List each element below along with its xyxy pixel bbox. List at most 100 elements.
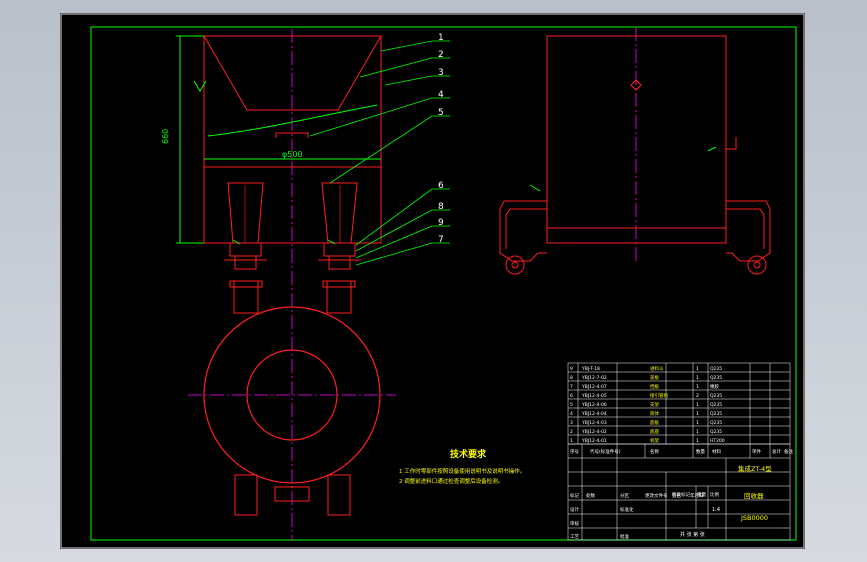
header-cell: 名称 xyxy=(650,448,659,455)
bom-row: 4 YBJ12-4-04 筒体 1 Q235 xyxy=(568,410,790,418)
bom-qty: 1 xyxy=(696,411,699,417)
bom-name: 筒体 xyxy=(650,410,659,417)
bom-qty: 1 xyxy=(696,366,699,372)
dim-diameter-label: φ500 xyxy=(282,150,303,159)
bom-index: 6 xyxy=(570,393,573,399)
bom-index: 8 xyxy=(570,375,573,381)
side-view xyxy=(499,27,771,275)
balloon-3: 3 xyxy=(438,68,444,78)
header-cell: 数量 xyxy=(696,448,705,455)
balloon-7: 7 xyxy=(438,235,444,245)
header-cell: 代号(标准件号) xyxy=(590,448,621,455)
bom-qty: 2 xyxy=(696,393,699,399)
bom-row: 8 YBJ12-7-02 盖板 1 Q235 xyxy=(568,374,790,382)
bom-qty: 1 xyxy=(696,429,699,435)
bom-qty: 1 xyxy=(696,375,699,381)
balloon-8: 8 xyxy=(438,202,444,212)
drawing-sheet: 660 φ500 1 2 3 4 5 6 8 9 7 技术要求 1 工作时零部件… xyxy=(60,13,805,549)
sign-cell: 处数 xyxy=(586,492,595,499)
bom-qty: 1 xyxy=(696,384,699,390)
front-view xyxy=(176,29,396,541)
note-2: 2 调整前进料口通过检查调整后设备检测。 xyxy=(399,477,503,485)
bom-row: 2 YBJ12-4-02 底座 1 Q235 xyxy=(568,428,790,436)
dim-height-label: 660 xyxy=(161,129,170,144)
bom-row: 9 YBJ-T-18 进料斗 1 Q235 xyxy=(568,365,790,373)
sign-cell: 工艺 xyxy=(570,534,579,540)
bom-code: YBJ12-4-05 xyxy=(581,393,607,399)
header-cell: 材料 xyxy=(712,448,721,455)
notes-title: 技术要求 xyxy=(450,448,487,460)
sign-cell: 标准化 xyxy=(620,506,634,513)
bom-mat: Q235 xyxy=(710,375,722,381)
bom-index: 5 xyxy=(570,402,573,408)
sign-cell: 更改文件号 xyxy=(645,492,668,499)
balloon-2: 2 xyxy=(438,50,444,60)
sign-cell: 批准 xyxy=(620,533,629,540)
balloon-5: 5 xyxy=(438,108,444,118)
header-cell: 备注 xyxy=(784,448,793,455)
outer-border xyxy=(60,13,805,549)
bom-mat: Q235 xyxy=(710,393,722,399)
bom-mat: Q235 xyxy=(710,420,722,426)
bom-name: 底座 xyxy=(650,428,659,435)
bom-row: 3 YBJ12-4-03 底板 1 Q235 xyxy=(568,419,790,427)
balloon-4: 4 xyxy=(438,90,444,100)
bom-mat: Q235 xyxy=(710,402,722,408)
bom-code: YBJ12-4-04 xyxy=(581,411,607,417)
header-cell: 序号 xyxy=(570,448,579,455)
scale-value: 1:4 xyxy=(712,507,720,513)
bom-qty: 1 xyxy=(696,402,699,408)
bom-row: 7 YBJ12-4-07 挡板 1 橡胶 xyxy=(568,383,790,391)
bom-mat: Q235 xyxy=(710,429,722,435)
drawing-code: JSB0000 xyxy=(740,514,768,522)
bom-name: 盖板 xyxy=(650,374,659,381)
bom-rows: 9 YBJ-T-18 进料斗 1 Q235 8 YBJ12-7-02 盖板 1 Q235 7 YBJ1… xyxy=(568,363,790,445)
bom-qty: 1 xyxy=(696,420,699,426)
bom-row: 5 YBJ12-4-06 支架 1 Q235 xyxy=(568,401,790,409)
bom-name: 底板 xyxy=(650,419,659,426)
bom-code: YBJ12-4-07 xyxy=(581,384,607,390)
bom-code: YBJ12-4-03 xyxy=(581,420,607,426)
bom-code: YBJ12-4-02 xyxy=(581,429,607,435)
bom-row: 1 YBJ12-4-01 机架 1 HT200 xyxy=(568,437,790,445)
bom-mat: HT200 xyxy=(710,438,725,444)
balloon-1: 1 xyxy=(438,33,444,43)
bom-index: 7 xyxy=(570,384,573,390)
bom-index: 3 xyxy=(570,420,573,426)
bom-name: 机架 xyxy=(650,437,659,444)
bom-code: YBJ-T-18 xyxy=(581,366,600,372)
bom-index: 4 xyxy=(570,411,573,417)
bom-code: YBJ12-4-06 xyxy=(581,402,607,408)
leader-lines xyxy=(309,40,450,266)
drawing-frame xyxy=(90,26,797,541)
bom-name: 进料斗 xyxy=(650,365,664,372)
bom-name: 接引管组 xyxy=(650,392,668,399)
stage-cell: 阶段标记 xyxy=(672,491,690,498)
sign-cell: 审核 xyxy=(570,520,579,527)
sign-cell: 设计 xyxy=(570,506,579,513)
balloon-9: 9 xyxy=(438,218,444,228)
note-1: 1 工作时零部件按照设备使用说明书及说明书操作。 xyxy=(399,467,525,475)
stage-cell: 重量 xyxy=(697,491,706,498)
bom-index: 9 xyxy=(570,366,573,372)
title-block: 9 YBJ-T-18 进料斗 1 Q235 8 YBJ12-7-02 盖板 1 Q235 7 YBJ1… xyxy=(567,362,793,541)
bom-row: 6 YBJ12-4-05 接引管组 2 Q235 xyxy=(568,392,790,400)
balloon-6: 6 xyxy=(438,181,444,191)
sign-cell: 标记 xyxy=(570,492,579,499)
bom-mat: 橡胶 xyxy=(710,383,719,390)
bom-mat: Q235 xyxy=(710,411,722,417)
bom-name: 挡板 xyxy=(650,383,659,390)
sheet-footer: 共 张 第 张 xyxy=(680,531,705,538)
cad-viewport[interactable]: 660 φ500 1 2 3 4 5 6 8 9 7 技术要求 1 工作时零部件… xyxy=(0,0,867,562)
bom-index: 2 xyxy=(570,429,573,435)
header-cell: 单件 xyxy=(752,448,761,455)
header-cell: 总计 xyxy=(772,448,781,455)
bom-code: YBJ12-4-01 xyxy=(581,438,607,444)
stage-cell: 比例 xyxy=(710,491,719,498)
bom-index: 1 xyxy=(570,438,573,444)
drawing-title: 集成ZT-4型 xyxy=(738,464,772,473)
bom-name: 支架 xyxy=(650,401,659,408)
bom-mat: Q235 xyxy=(710,366,722,372)
bom-qty: 1 xyxy=(696,438,699,444)
bom-code: YBJ12-7-02 xyxy=(581,375,607,381)
